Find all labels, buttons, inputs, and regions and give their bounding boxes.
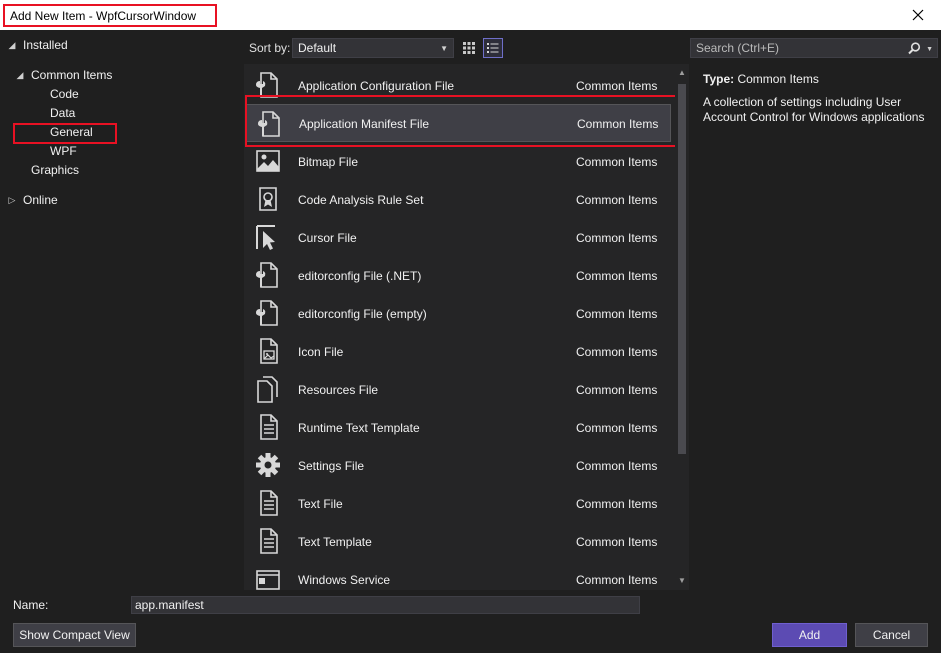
type-value: Common Items [737,72,819,86]
list-item[interactable]: Bitmap File Common Items [244,142,674,180]
search-options-icon[interactable]: ▼ [926,43,933,57]
list-item[interactable]: Text File Common Items [244,484,674,522]
item-name: Windows Service [298,573,391,587]
grid-view-icon [463,42,475,54]
item-category: Common Items [576,79,658,93]
window-title: Add New Item - WpfCursorWindow [3,4,217,27]
item-template-list: Application Configuration File Common Ite… [244,64,689,590]
item-category: Common Items [577,117,659,131]
item-name: editorconfig File (.NET) [298,269,422,283]
list-item[interactable]: Text Template Common Items [244,522,674,560]
search-icon [908,42,921,55]
sort-by-label: Sort by: [249,41,291,55]
item-category: Common Items [576,535,658,549]
item-name: Code Analysis Rule Set [298,193,424,207]
item-category: Common Items [576,383,658,397]
list-item[interactable]: Code Analysis Rule Set Common Items [244,180,674,218]
item-category: Common Items [576,307,658,321]
item-category: Common Items [576,193,658,207]
item-name: Application Configuration File [298,79,455,93]
list-toolbar: Sort by: Default ▼ Search (Ctrl+E) ▼ [244,30,941,64]
item-category: Common Items [576,497,658,511]
item-description: A collection of settings including User … [703,95,925,124]
item-category: Common Items [576,421,658,435]
list-scrollbar[interactable]: ▲ ▼ [675,64,689,590]
dropdown-arrow-icon: ▼ [440,44,448,53]
add-button[interactable]: Add [772,623,847,647]
resources-file-icon [254,375,282,403]
item-name: Cursor File [298,231,357,245]
item-name: Settings File [298,459,365,473]
search-input[interactable]: Search (Ctrl+E) ▼ [690,38,938,58]
scroll-up-icon[interactable]: ▲ [675,66,689,80]
list-item[interactable]: Windows Service Common Items [244,560,674,590]
editorconfig-file-icon [254,261,282,289]
show-compact-view-button[interactable]: Show Compact View [13,623,136,647]
sort-by-dropdown[interactable]: Default ▼ [292,38,454,58]
list-item[interactable]: Cursor File Common Items [244,218,674,256]
item-name: editorconfig File (empty) [298,307,427,321]
editorconfig-file-icon [254,299,282,327]
collapsed-caret-icon[interactable]: ▷ [6,191,18,210]
gear-icon [254,451,282,479]
grid-view-button[interactable] [459,38,479,58]
list-item[interactable]: editorconfig File (empty) Common Items [244,294,674,332]
cancel-button[interactable]: Cancel [855,623,928,647]
item-category: Common Items [576,155,658,169]
list-item[interactable]: Application Configuration File Common Ite… [244,66,674,104]
list-item[interactable]: Application Manifest File Common Items [245,104,671,142]
manifest-file-icon [256,110,284,138]
item-name: Application Manifest File [299,117,430,131]
title-bar: Add New Item - WpfCursorWindow [0,0,941,30]
item-category: Common Items [576,459,658,473]
item-name: Resources File [298,383,379,397]
icon-file-icon [254,337,282,365]
text-template-icon [254,413,282,441]
text-template-icon [254,527,282,555]
expanded-caret-icon[interactable]: ◢ [6,36,18,55]
list-item[interactable]: Settings File Common Items [244,446,674,484]
config-file-icon [254,71,282,99]
rule-set-icon [254,185,282,213]
item-category: Common Items [576,345,658,359]
selection-highlight [13,123,117,144]
cursor-file-icon [254,223,282,251]
type-label: Type: [703,72,735,86]
item-name: Icon File [298,345,344,359]
scroll-down-icon[interactable]: ▼ [675,574,689,588]
name-label: Name: [13,598,49,612]
scroll-thumb[interactable] [678,84,686,454]
list-view-icon [487,43,499,53]
close-button[interactable] [895,0,941,30]
text-file-icon [254,489,282,517]
details-pane: Type: Common Items A collection of setti… [689,64,941,590]
list-view-button[interactable] [483,38,503,58]
list-item[interactable]: Resources File Common Items [244,370,674,408]
type-line: Type: Common Items [703,72,819,86]
template-tree: ◢ Installed ◢ Common Items Code Data Gen… [0,30,244,590]
item-category: Common Items [576,231,658,245]
item-name: Text File [298,497,343,511]
dialog-footer: Name: app.manifest Show Compact View Add… [0,590,941,653]
close-icon [912,9,924,21]
name-field[interactable]: app.manifest [131,596,640,614]
item-category: Common Items [576,269,658,283]
item-category: Common Items [576,573,658,587]
list-item[interactable]: Runtime Text Template Common Items [244,408,674,446]
item-name: Bitmap File [298,155,359,169]
bitmap-file-icon [254,147,282,175]
list-item[interactable]: editorconfig File (.NET) Common Items [244,256,674,294]
expanded-caret-icon[interactable]: ◢ [14,66,26,85]
item-name: Text Template [298,535,372,549]
item-name: Runtime Text Template [298,421,420,435]
list-item[interactable]: Icon File Common Items [244,332,674,370]
windows-service-icon [254,565,282,590]
